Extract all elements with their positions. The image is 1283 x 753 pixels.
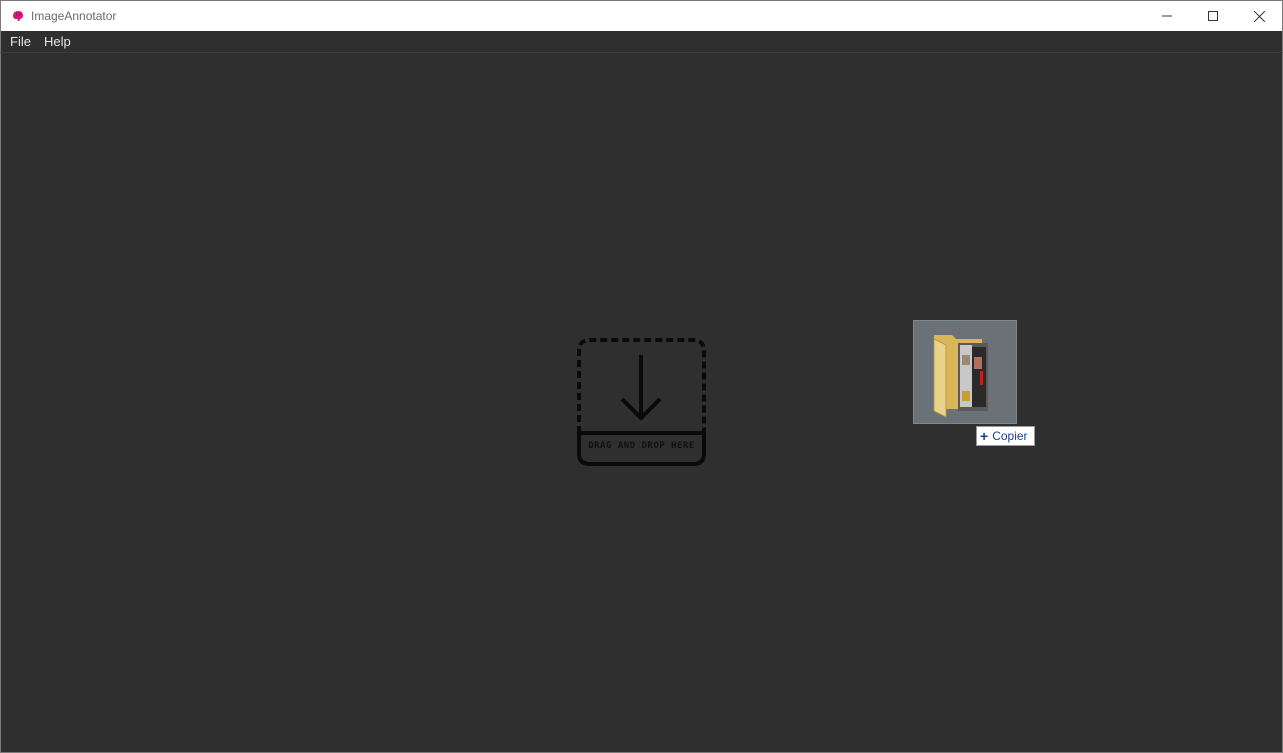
title-bar[interactable]: ImageAnnotator [0, 0, 1283, 31]
minimize-icon [1162, 11, 1172, 21]
download-arrow-icon [576, 338, 707, 471]
window-title: ImageAnnotator [31, 9, 117, 23]
brain-icon [10, 8, 26, 24]
drag-preview [913, 320, 1017, 424]
maximize-button[interactable] [1190, 1, 1236, 31]
minimize-button[interactable] [1144, 1, 1190, 31]
menu-help[interactable]: Help [42, 34, 73, 49]
maximize-icon [1208, 11, 1218, 21]
menu-file[interactable]: File [8, 34, 33, 49]
plus-icon: + [980, 428, 989, 444]
close-button[interactable] [1236, 1, 1282, 31]
copy-tooltip: + Copier [976, 426, 1035, 446]
drop-zone-label: DRAG AND DROP HERE [588, 441, 695, 451]
menu-bar: File Help [0, 31, 1283, 53]
copy-action-label: Copier [992, 429, 1028, 443]
drop-zone[interactable]: DRAG AND DROP HERE [576, 337, 707, 467]
close-icon [1253, 10, 1265, 22]
